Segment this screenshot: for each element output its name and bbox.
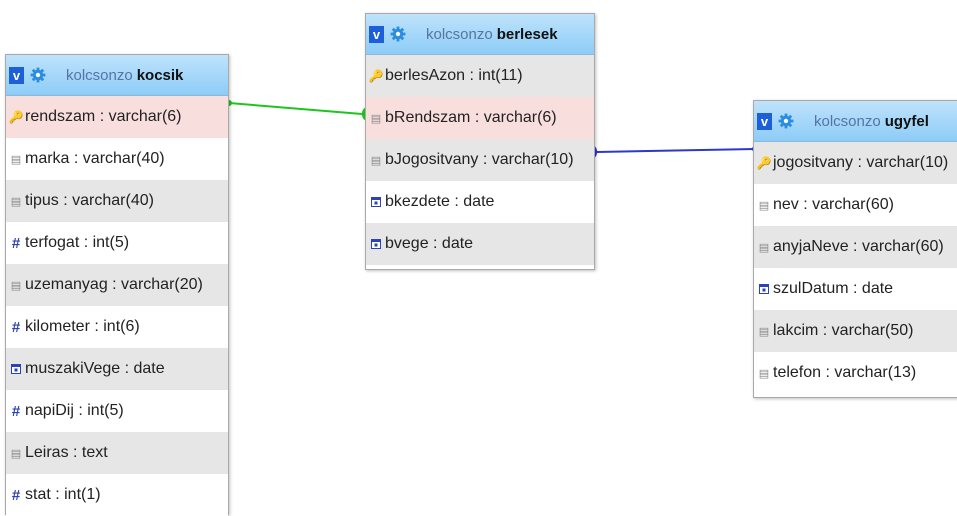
column-label: bRendszam : varchar(6) [385,109,557,126]
number-type-icon: # [11,402,21,420]
key-icon: 🔑 [756,156,772,170]
column-label: terfogat : int(5) [25,234,130,251]
table-row[interactable]: ▤ lakcim : varchar(50) [754,310,957,352]
text-type-icon: ▤ [758,367,770,380]
table-title: kolcsonzo berlesek [426,26,558,43]
collapse-toggle-button[interactable]: v [9,66,24,84]
column-label: jogositvany : varchar(10) [773,154,949,171]
table-berlesek[interactable]: v kolcsonzo berlesek 🔑 berlesAzon : int(11… [365,13,595,270]
column-label: uzemanyag : varchar(20) [25,276,203,293]
text-type-icon: ▤ [758,199,770,212]
table-name: ugyfel [884,112,929,130]
database-name: kolcsonzo [426,25,493,43]
column-label: stat : int(1) [25,486,101,503]
column-list: 🔑 rendszam : varchar(6) ▤ marka : varchar(4… [6,96,228,516]
column-list: 🔑 berlesAzon : int(11) ▤ bRendszam : varcha… [366,55,594,265]
text-type-icon: ▤ [758,325,770,338]
key-icon: 🔑 [8,110,24,124]
collapse-toggle-button[interactable]: v [757,112,772,130]
relation-line-berlesek-ugyfel[interactable] [596,148,756,153]
database-name: kolcsonzo [814,112,881,130]
column-label: marka : varchar(40) [25,150,165,167]
table-row[interactable]: 🔑 jogositvany : varchar(10) [754,142,957,184]
table-row[interactable]: muszakiVege : date [6,348,228,390]
date-type-icon [371,197,381,207]
table-row[interactable]: ▤ bJogositvany : varchar(10) [366,139,594,181]
column-label: nev : varchar(60) [773,196,894,213]
table-row[interactable]: ▤ uzemanyag : varchar(20) [6,264,228,306]
table-header[interactable]: v kolcsonzo berlesek [366,14,594,55]
table-header[interactable]: v kolcsonzo kocsik [6,55,228,96]
column-label: szulDatum : date [773,280,894,297]
column-label: bJogositvany : varchar(10) [385,151,574,168]
text-type-icon: ▤ [10,279,22,292]
table-title: kolcsonzo kocsik [66,67,183,84]
column-label: muszakiVege : date [25,360,165,377]
column-label: napiDij : int(5) [25,402,124,419]
text-type-icon: ▤ [370,154,382,167]
column-label: tipus : varchar(40) [25,192,154,209]
number-type-icon: # [11,486,21,504]
column-list: 🔑 jogositvany : varchar(10) ▤ nev : varchar… [754,142,957,394]
date-type-icon [759,284,769,294]
table-row[interactable]: ▤ tipus : varchar(40) [6,180,228,222]
table-kocsik[interactable]: v kolcsonzo kocsik 🔑 rendszam : varchar(6)… [5,54,229,516]
table-name: kocsik [136,66,184,84]
table-row[interactable]: 🔑 rendszam : varchar(6) [6,96,228,138]
column-label: bvege : date [385,235,474,252]
gear-icon[interactable] [30,67,46,83]
gear-icon[interactable] [778,113,794,129]
table-row[interactable]: ▤ bRendszam : varchar(6) [366,97,594,139]
text-type-icon: ▤ [10,447,22,460]
column-label: berlesAzon : int(11) [385,67,523,84]
text-type-icon: ▤ [10,153,22,166]
table-row[interactable]: ▤ telefon : varchar(13) [754,352,957,394]
key-icon: 🔑 [368,69,384,83]
table-row[interactable]: # terfogat : int(5) [6,222,228,264]
table-header[interactable]: v kolcsonzo ugyfel [754,101,957,142]
table-name: berlesek [496,25,558,43]
table-row[interactable]: ▤ marka : varchar(40) [6,138,228,180]
column-label: telefon : varchar(13) [773,364,917,381]
date-type-icon [11,364,21,374]
date-type-icon [371,239,381,249]
text-type-icon: ▤ [10,195,22,208]
table-row[interactable]: # napiDij : int(5) [6,390,228,432]
column-label: anyjaNeve : varchar(60) [773,238,944,255]
text-type-icon: ▤ [758,241,770,254]
column-label: Leiras : text [25,444,108,461]
column-label: lakcim : varchar(50) [773,322,914,339]
table-ugyfel[interactable]: v kolcsonzo ugyfel 🔑 jogositvany : varchar… [753,100,957,398]
table-row[interactable]: bkezdete : date [366,181,594,223]
gear-icon[interactable] [390,26,406,42]
number-type-icon: # [11,318,21,336]
table-row[interactable]: bvege : date [366,223,594,265]
column-label: bkezdete : date [385,193,495,210]
table-row[interactable]: ▤ Leiras : text [6,432,228,474]
relation-line-kocsik-berlesek[interactable] [228,102,363,115]
table-row[interactable]: ▤ anyjaNeve : varchar(60) [754,226,957,268]
text-type-icon: ▤ [370,112,382,125]
table-row[interactable]: ▤ nev : varchar(60) [754,184,957,226]
table-title: kolcsonzo ugyfel [814,113,929,130]
column-label: kilometer : int(6) [25,318,140,335]
number-type-icon: # [11,234,21,252]
column-label: rendszam : varchar(6) [25,108,182,125]
table-row[interactable]: # kilometer : int(6) [6,306,228,348]
collapse-toggle-button[interactable]: v [369,25,384,43]
database-name: kolcsonzo [66,66,133,84]
table-row[interactable]: szulDatum : date [754,268,957,310]
table-row[interactable]: 🔑 berlesAzon : int(11) [366,55,594,97]
table-row[interactable]: # stat : int(1) [6,474,228,516]
